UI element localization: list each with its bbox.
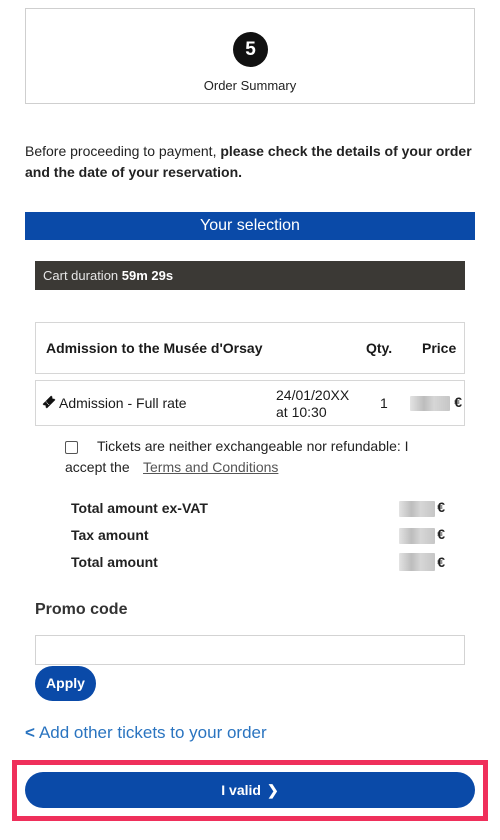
validate-order-button[interactable]: I valid ❯ bbox=[25, 772, 475, 808]
ticket-date-day: 24/01/20XX bbox=[276, 387, 350, 403]
table-row: Admission - Full rate 24/01/20XX at 10:3… bbox=[35, 380, 465, 426]
redacted-amount bbox=[399, 501, 435, 517]
promo-code-title: Promo code bbox=[35, 601, 128, 618]
promo-code-input[interactable] bbox=[35, 635, 465, 665]
redacted-price bbox=[410, 396, 450, 411]
total-ex-vat-label: Total amount ex-VAT bbox=[71, 500, 208, 516]
total-amount-label: Total amount bbox=[71, 554, 158, 570]
tax-amount-value: € bbox=[399, 526, 445, 546]
price-currency: € bbox=[454, 394, 462, 410]
step-indicator: 5 Order Summary bbox=[25, 8, 475, 104]
total-ex-vat-value: € bbox=[399, 499, 445, 519]
terms-link[interactable]: Terms and Conditions bbox=[143, 459, 278, 475]
ticket-name: Admission - Full rate bbox=[59, 395, 187, 411]
step-label: Order Summary bbox=[203, 78, 297, 93]
step-number-badge: 5 bbox=[233, 32, 268, 67]
add-other-tickets-label: Add other tickets to your order bbox=[38, 723, 267, 742]
ticket-date-time: at 10:30 bbox=[276, 404, 327, 420]
amount-currency: € bbox=[437, 526, 445, 542]
intro-text-plain: Before proceeding to payment, bbox=[25, 143, 221, 159]
validate-order-label: I valid bbox=[221, 782, 261, 798]
ticket-price: € bbox=[410, 394, 462, 412]
total-amount-value: € bbox=[399, 551, 445, 571]
redacted-amount bbox=[399, 553, 435, 571]
ticket-qty: 1 bbox=[380, 395, 388, 411]
amount-currency: € bbox=[437, 554, 445, 570]
chevron-left-icon: < bbox=[25, 723, 35, 742]
header-qty: Qty. bbox=[366, 340, 393, 356]
cart-duration-value: 59m 29s bbox=[121, 268, 174, 283]
order-table-header: Admission to the Musée d'Orsay Qty. Pric… bbox=[35, 322, 465, 374]
terms-text-line2: accept the bbox=[65, 459, 130, 475]
redacted-amount bbox=[399, 528, 435, 544]
apply-button[interactable]: Apply bbox=[35, 666, 96, 701]
terms-checkbox[interactable] bbox=[65, 441, 78, 454]
selection-header: Your selection bbox=[25, 212, 475, 240]
amount-currency: € bbox=[437, 499, 445, 515]
add-other-tickets-link[interactable]: < Add other tickets to your order bbox=[25, 723, 267, 743]
ticket-icon bbox=[42, 395, 56, 409]
header-price: Price bbox=[422, 340, 457, 356]
intro-text: Before proceeding to payment, please che… bbox=[25, 141, 480, 183]
cart-duration-bar: Cart duration 59m 29s bbox=[35, 261, 465, 290]
header-product: Admission to the Musée d'Orsay bbox=[46, 340, 263, 356]
cart-duration-label: Cart duration bbox=[43, 268, 122, 283]
terms-text-line1: Tickets are neither exchangeable nor ref… bbox=[97, 438, 409, 454]
tax-amount-label: Tax amount bbox=[71, 527, 149, 543]
chevron-right-icon: ❯ bbox=[266, 782, 279, 798]
ticket-date: 24/01/20XX at 10:30 bbox=[276, 387, 349, 421]
